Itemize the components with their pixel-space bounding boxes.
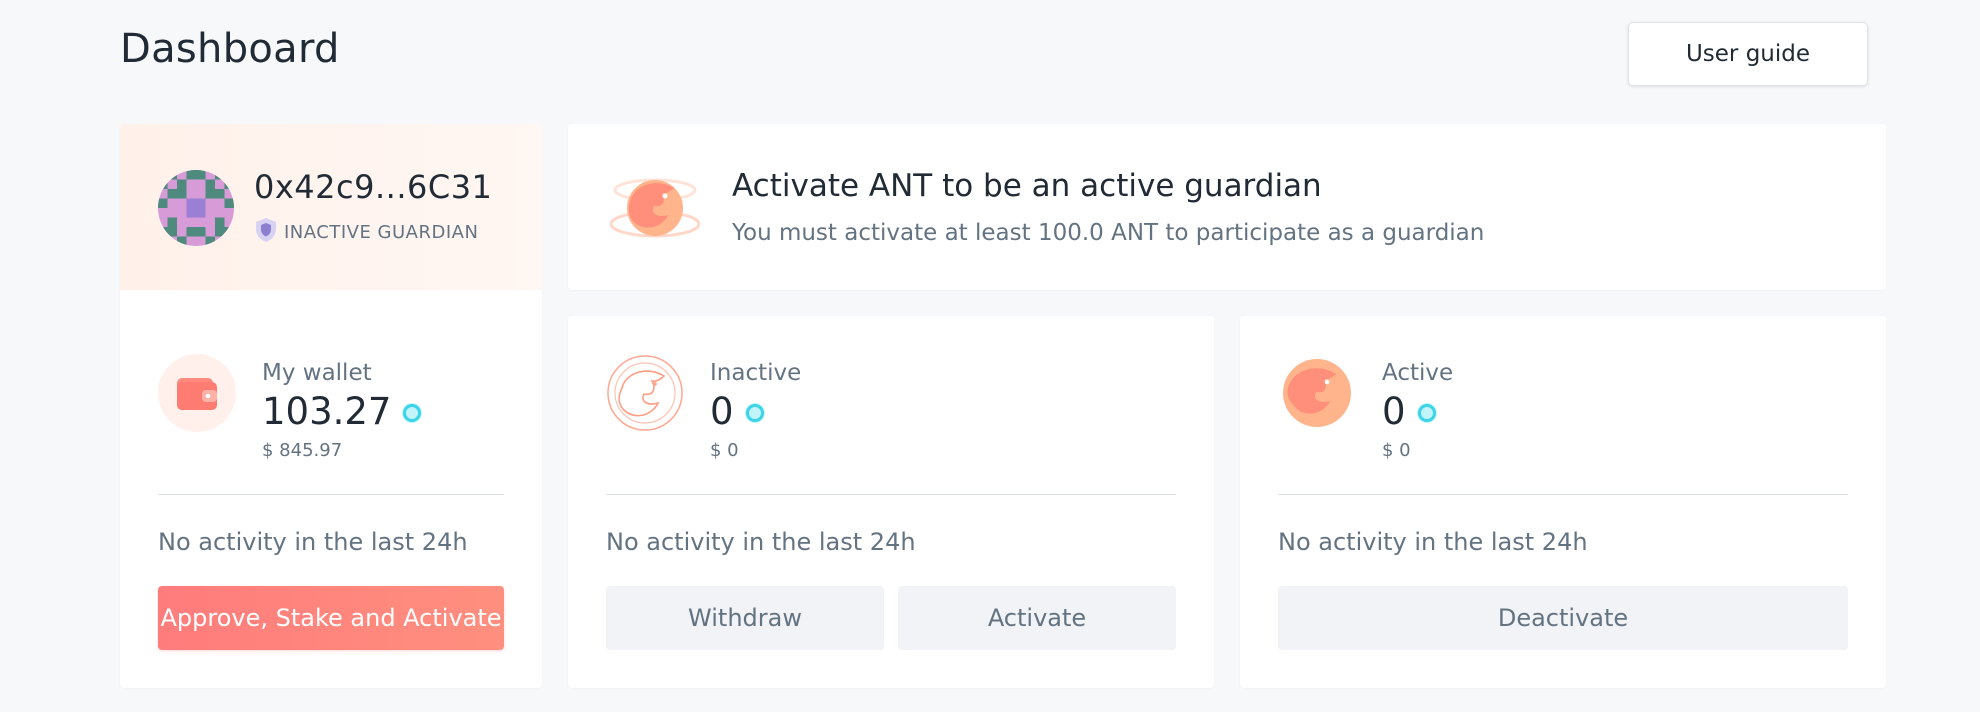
inactive-amount: 0 (710, 390, 766, 433)
status-badge: INACTIVE GUARDIAN (254, 216, 478, 248)
divider (158, 494, 504, 495)
banner-title: Activate ANT to be an active guardian (732, 168, 1322, 204)
wallet-activity-text: No activity in the last 24h (158, 528, 468, 556)
eagle-icon (1278, 354, 1356, 432)
divider (1278, 494, 1848, 495)
active-amount-value: 0 (1382, 390, 1406, 433)
active-label: Active (1382, 360, 1454, 386)
account-address: 0x42c9...6C31 (254, 168, 493, 206)
eagle-icon (609, 168, 701, 246)
inactive-amount-value: 0 (710, 390, 734, 433)
page-title: Dashboard (120, 26, 340, 72)
active-amount: 0 (1382, 390, 1438, 433)
ant-token-icon (401, 390, 423, 433)
profile-header: 0x42c9...6C31 INACTIVE GUARDIAN (120, 124, 542, 290)
wallet-label: My wallet (262, 360, 372, 386)
active-activity-text: No activity in the last 24h (1278, 528, 1588, 556)
active-usd: $ 0 (1382, 440, 1411, 461)
wallet-amount-value: 103.27 (262, 390, 392, 433)
divider (606, 494, 1176, 495)
avatar[interactable] (158, 170, 234, 246)
inactive-activity-text: No activity in the last 24h (606, 528, 916, 556)
inactive-usd: $ 0 (710, 440, 739, 461)
profile-card: 0x42c9...6C31 INACTIVE GUARDIAN My walle… (120, 124, 542, 688)
eagle-outline-icon (606, 354, 684, 432)
ant-token-icon (744, 390, 766, 433)
ant-token-icon (1416, 390, 1438, 433)
deactivate-button[interactable]: Deactivate (1278, 586, 1848, 650)
wallet-amount: 103.27 (262, 390, 423, 433)
active-card: Active 0 $ 0 No activity in the last 24h… (1240, 316, 1886, 688)
inactive-label: Inactive (710, 360, 802, 386)
activation-banner: Activate ANT to be an active guardian Yo… (568, 124, 1886, 290)
withdraw-button[interactable]: Withdraw (606, 586, 884, 650)
wallet-icon (158, 354, 236, 432)
guardian-status-label: INACTIVE GUARDIAN (284, 221, 479, 243)
banner-subtitle: You must activate at least 100.0 ANT to … (732, 220, 1485, 246)
user-guide-button[interactable]: User guide (1628, 22, 1868, 86)
wallet-usd: $ 845.97 (262, 440, 343, 461)
activate-button[interactable]: Activate (898, 586, 1176, 650)
inactive-card: Inactive 0 $ 0 No activity in the last 2… (568, 316, 1214, 688)
approve-stake-activate-button[interactable]: Approve, Stake and Activate (158, 586, 504, 650)
shield-icon (254, 216, 278, 248)
